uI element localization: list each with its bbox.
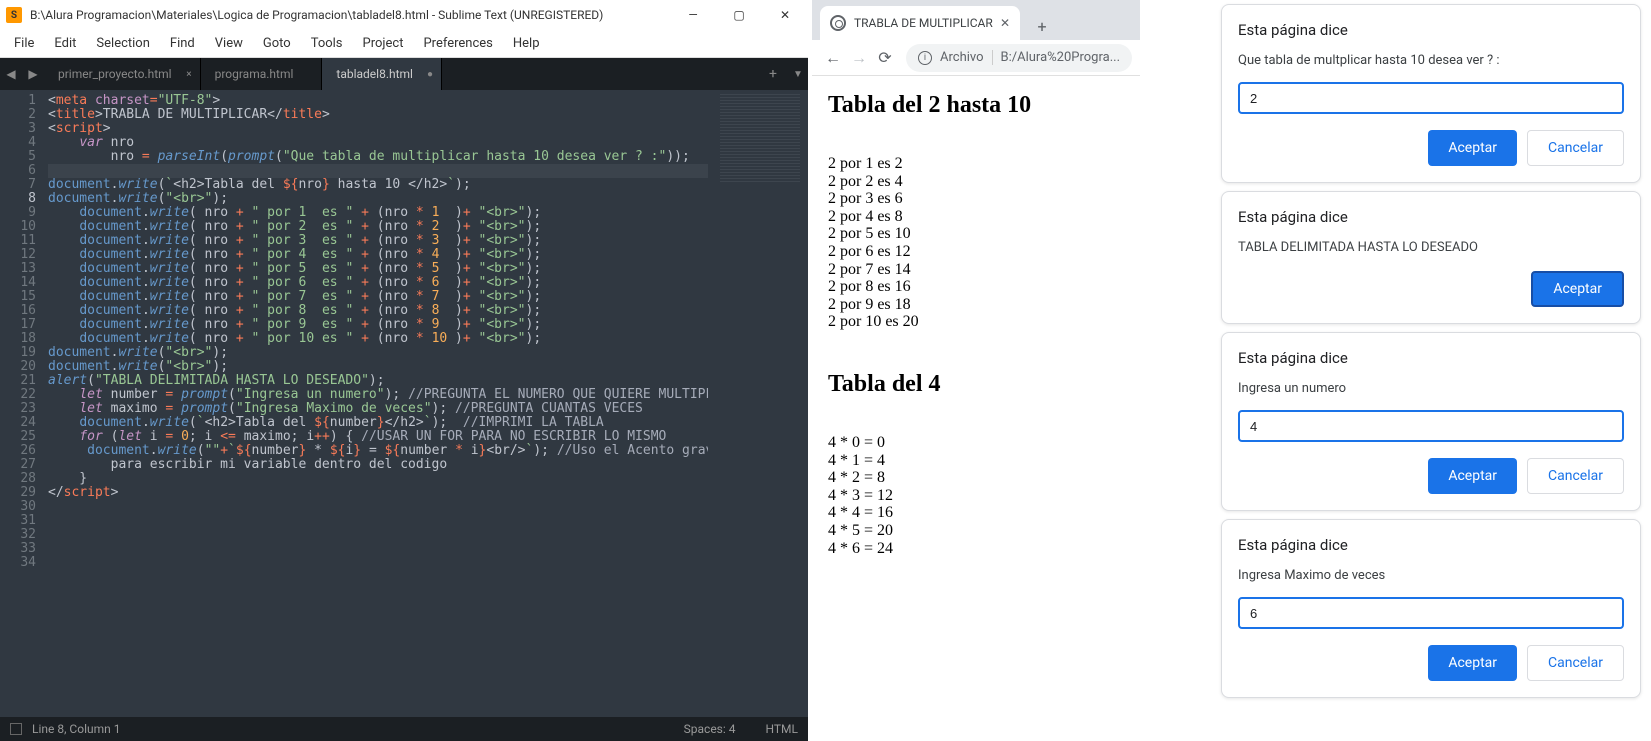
table-row: 2 por 3 es 6 xyxy=(828,190,1124,208)
panel-switcher-icon[interactable] xyxy=(10,723,22,735)
window-title: B:\Alura Programacion\Materiales\Logica … xyxy=(30,8,670,22)
tab-primer-proyecto[interactable]: primer_proyecto.html × xyxy=(44,58,201,90)
status-syntax[interactable]: HTML xyxy=(766,722,799,736)
page-content: Tabla del 2 hasta 10 2 por 1 es 22 por 2… xyxy=(812,76,1140,741)
tab-scroll-left[interactable]: ◀ xyxy=(0,58,22,90)
minimize-button[interactable]: — xyxy=(670,0,716,30)
menu-bar: File Edit Selection Find View Goto Tools… xyxy=(0,30,808,58)
menu-project[interactable]: Project xyxy=(353,32,414,55)
status-bar: Line 8, Column 1 Spaces: 4 HTML xyxy=(0,717,808,741)
status-cursor[interactable]: Line 8, Column 1 xyxy=(32,722,654,736)
address-bar[interactable]: i Archivo B:/Alura%20Progra... xyxy=(906,44,1132,72)
table-row: 2 por 2 es 4 xyxy=(828,173,1124,191)
prompt-input[interactable] xyxy=(1238,410,1624,442)
table-row: 2 por 6 es 12 xyxy=(828,243,1124,261)
js-dialog: Esta página dice Ingresa un numero Aceptar… xyxy=(1221,332,1641,511)
close-icon[interactable]: ✕ xyxy=(1000,16,1010,30)
dialog-message: TABLA DELIMITADA HASTA LO DESEADO xyxy=(1238,240,1624,255)
table-row: 4 * 0 = 0 xyxy=(828,434,1124,452)
dialog-message: Ingresa Maximo de veces xyxy=(1238,568,1624,583)
new-tab-button[interactable]: + xyxy=(758,66,788,82)
tab-dropdown-icon[interactable]: ▼ xyxy=(788,69,808,80)
new-tab-button[interactable]: + xyxy=(1028,12,1056,40)
maximize-button[interactable]: ▢ xyxy=(716,0,762,30)
menu-tools[interactable]: Tools xyxy=(301,32,353,55)
page-icon xyxy=(830,15,846,31)
code-content[interactable]: <meta charset="UTF-8"><title>TRABLA DE M… xyxy=(48,90,708,717)
table-row: 4 * 4 = 16 xyxy=(828,504,1124,522)
minimap[interactable] xyxy=(708,90,808,717)
menu-help[interactable]: Help xyxy=(503,32,550,55)
heading-tabla-4: Tabla del 4 xyxy=(828,371,1124,398)
dialog-title: Esta página dice xyxy=(1238,536,1624,554)
menu-edit[interactable]: Edit xyxy=(44,32,86,55)
url-scheme: Archivo xyxy=(940,50,993,65)
tab-programa[interactable]: programa.html xyxy=(201,58,323,90)
dialog-message: Ingresa un numero xyxy=(1238,381,1624,396)
tab-scroll-right[interactable]: ▶ xyxy=(22,58,44,90)
status-spaces[interactable]: Spaces: 4 xyxy=(684,722,736,736)
dialog-title: Esta página dice xyxy=(1238,208,1624,226)
close-icon[interactable]: × xyxy=(186,69,191,80)
accept-button[interactable]: Aceptar xyxy=(1428,645,1517,681)
reload-button[interactable]: ⟳ xyxy=(872,44,898,72)
menu-selection[interactable]: Selection xyxy=(86,32,159,55)
table-row: 4 * 3 = 12 xyxy=(828,487,1124,505)
tab-label: tabladel8.html xyxy=(336,67,413,81)
browser-window: TRABLA DE MULTIPLICAR ✕ + ← → ⟳ i Archiv… xyxy=(812,0,1140,741)
table-row: 4 * 5 = 20 xyxy=(828,522,1124,540)
table-row: 2 por 10 es 20 xyxy=(828,313,1124,331)
heading-tabla-2: Tabla del 2 hasta 10 xyxy=(828,92,1124,119)
menu-file[interactable]: File xyxy=(4,32,44,55)
menu-find[interactable]: Find xyxy=(160,32,205,55)
url-text: B:/Alura%20Progra... xyxy=(1001,50,1120,65)
line-gutter[interactable]: 1234567891011121314151617181920212223242… xyxy=(0,90,48,717)
tab-bar: ◀ ▶ primer_proyecto.html× programa.html … xyxy=(0,58,808,90)
table-row: 2 por 1 es 2 xyxy=(828,155,1124,173)
browser-tab-strip: TRABLA DE MULTIPLICAR ✕ + xyxy=(812,0,1140,40)
menu-view[interactable]: View xyxy=(205,32,253,55)
js-dialog: Esta página dice Ingresa Maximo de veces A… xyxy=(1221,519,1641,698)
table-row: 4 * 2 = 8 xyxy=(828,469,1124,487)
cancel-button[interactable]: Cancelar xyxy=(1527,645,1624,681)
accept-button[interactable]: Aceptar xyxy=(1428,458,1517,494)
cancel-button[interactable]: Cancelar xyxy=(1527,130,1624,166)
sublime-logo-icon: S xyxy=(6,7,22,23)
forward-button[interactable]: → xyxy=(846,44,872,72)
menu-preferences[interactable]: Preferences xyxy=(413,32,502,55)
prompt-input[interactable] xyxy=(1238,82,1624,114)
editor-window: S B:\Alura Programacion\Materiales\Logic… xyxy=(0,0,808,741)
tab-label: programa.html xyxy=(215,67,294,81)
table-row: 2 por 8 es 16 xyxy=(828,278,1124,296)
back-button[interactable]: ← xyxy=(820,44,846,72)
accept-button[interactable]: Aceptar xyxy=(1428,130,1517,166)
dialog-message: Que tabla de multplicar hasta 10 desea v… xyxy=(1238,53,1624,68)
js-dialog: Esta página dice Que tabla de multplicar … xyxy=(1221,4,1641,183)
table-row: 2 por 4 es 8 xyxy=(828,208,1124,226)
accept-button[interactable]: Aceptar xyxy=(1531,271,1624,307)
table-row: 2 por 9 es 18 xyxy=(828,296,1124,314)
dialog-stack: Esta página dice Que tabla de multplicar … xyxy=(1221,4,1641,698)
dialog-title: Esta página dice xyxy=(1238,349,1624,367)
editor-area[interactable]: 1234567891011121314151617181920212223242… xyxy=(0,90,808,717)
dirty-icon[interactable]: ● xyxy=(427,69,433,80)
browser-tab-label: TRABLA DE MULTIPLICAR xyxy=(854,16,1000,30)
browser-tab[interactable]: TRABLA DE MULTIPLICAR ✕ xyxy=(820,6,1020,40)
site-info-icon[interactable]: i xyxy=(918,51,932,65)
table-row: 2 por 5 es 10 xyxy=(828,225,1124,243)
tab-label: primer_proyecto.html xyxy=(58,67,172,81)
table-row: 4 * 6 = 24 xyxy=(828,540,1124,558)
dialog-title: Esta página dice xyxy=(1238,21,1624,39)
title-bar[interactable]: S B:\Alura Programacion\Materiales\Logic… xyxy=(0,0,808,30)
prompt-input[interactable] xyxy=(1238,597,1624,629)
cancel-button[interactable]: Cancelar xyxy=(1527,458,1624,494)
toolbar: ← → ⟳ i Archivo B:/Alura%20Progra... xyxy=(812,40,1140,76)
table-row: 4 * 1 = 4 xyxy=(828,452,1124,470)
js-dialog: Esta página dice TABLA DELIMITADA HASTA L… xyxy=(1221,191,1641,324)
table-row: 2 por 7 es 14 xyxy=(828,261,1124,279)
tab-tabladel8[interactable]: tabladel8.html ● xyxy=(322,58,442,90)
menu-goto[interactable]: Goto xyxy=(253,32,301,55)
close-button[interactable]: ✕ xyxy=(762,0,808,30)
